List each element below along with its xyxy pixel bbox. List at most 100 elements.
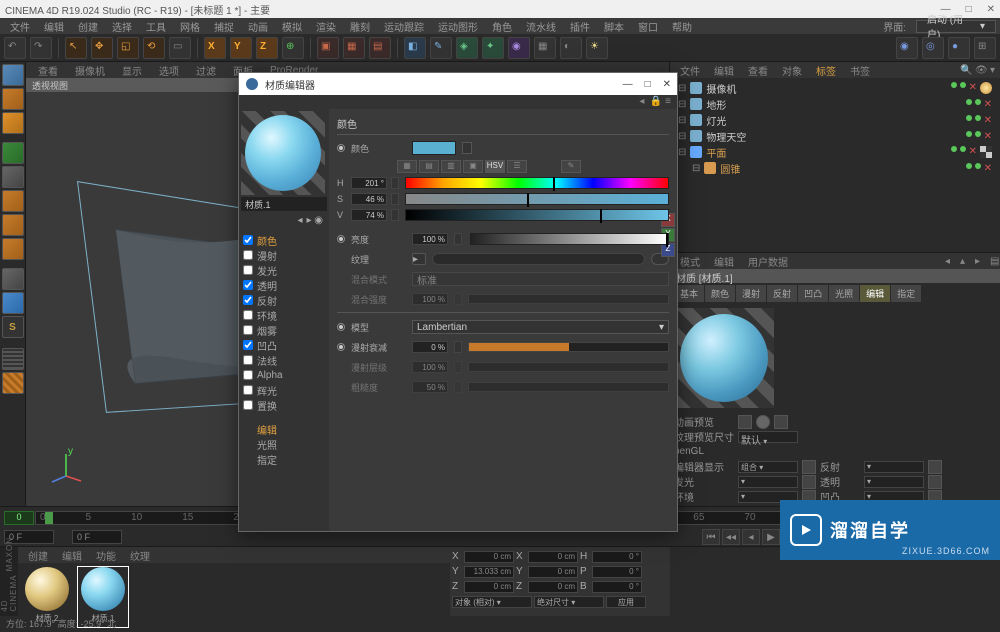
vptab-查看[interactable]: 查看	[30, 62, 66, 79]
model-mode[interactable]	[2, 64, 24, 86]
menu-选择[interactable]: 选择	[106, 18, 138, 35]
axis-z-toggle[interactable]: Z	[256, 37, 278, 59]
channel-发光[interactable]: 发光	[241, 263, 327, 277]
tex-size-dropdown[interactable]: 默认 ▾	[738, 431, 798, 443]
menu-雕刻[interactable]: 雕刻	[344, 18, 376, 35]
tweak-mode[interactable]	[2, 292, 24, 314]
color-enable-radio[interactable]	[337, 144, 345, 152]
val-input[interactable]	[351, 209, 387, 221]
val-slider[interactable]	[405, 209, 669, 221]
menu-窗口[interactable]: 窗口	[632, 18, 664, 35]
snap-4[interactable]: ⊞	[974, 37, 996, 59]
snap-1[interactable]: ◉	[896, 37, 918, 59]
falloff-enable-radio[interactable]	[337, 343, 345, 351]
light-tool[interactable]: ☀	[586, 37, 608, 59]
attrtab-凹凸[interactable]: 凹凸	[798, 285, 828, 302]
snap-2[interactable]: ◎	[922, 37, 944, 59]
object-row-平面[interactable]: ⊟平面✕	[672, 144, 998, 160]
menu-角色[interactable]: 角色	[486, 18, 518, 35]
coord-mode-right[interactable]: 绝对尺寸 ▾	[534, 596, 604, 608]
objmenu-文件[interactable]: 文件	[674, 62, 706, 79]
object-row-地形[interactable]: ⊟地形✕	[672, 96, 998, 112]
nav-fwd-icon[interactable]: ▸	[969, 255, 981, 267]
colortab-3[interactable]: ▥	[441, 160, 461, 173]
channel-反射[interactable]: 反射	[241, 293, 327, 307]
axis-mode[interactable]	[2, 166, 24, 188]
channel-烟雾[interactable]: 烟雾	[241, 323, 327, 337]
attrtab-指定[interactable]: 指定	[891, 285, 921, 302]
falloff-slider[interactable]	[468, 342, 669, 352]
render-settings-button[interactable]: ▤	[369, 37, 391, 59]
menu-渲染[interactable]: 渲染	[310, 18, 342, 35]
dialog-material-preview[interactable]	[241, 111, 325, 195]
object-row-圆锥[interactable]: ⊟圆锥✕	[672, 160, 998, 176]
vptab-过滤[interactable]: 过滤	[188, 62, 224, 79]
dialog-nav-back-icon[interactable]: ◂	[639, 96, 644, 108]
goto-start-button[interactable]: ⏮	[702, 529, 720, 545]
objmenu-对象[interactable]: 对象	[776, 62, 808, 79]
snap-3[interactable]: ●	[948, 37, 970, 59]
cube-primitive[interactable]: ◧	[404, 37, 426, 59]
menu-脚本[interactable]: 脚本	[598, 18, 630, 35]
eyedropper-icon[interactable]: ✎	[561, 160, 581, 173]
hue-spinner[interactable]	[391, 177, 399, 189]
channel-凹凸[interactable]: 凹凸	[241, 338, 327, 352]
objmenu-标签[interactable]: 标签	[810, 62, 842, 79]
channel-Alpha[interactable]: Alpha	[241, 368, 327, 382]
uv-mode-2[interactable]	[2, 372, 24, 394]
coord-mode-left[interactable]: 对象 (相对) ▾	[452, 596, 532, 608]
channel-颜色[interactable]: 颜色	[241, 233, 327, 247]
prev-frame-button[interactable]: ◂	[742, 529, 760, 545]
select-tool[interactable]: ↖	[65, 37, 87, 59]
matmenu-编辑[interactable]: 编辑	[56, 547, 88, 564]
timeline-current[interactable]: 0	[4, 511, 34, 525]
render-view-button[interactable]: ▣	[317, 37, 339, 59]
prev-material-icon[interactable]: ◂	[297, 215, 302, 229]
attrtab-反射[interactable]: 反射	[767, 285, 797, 302]
menu-运动图形[interactable]: 运动图形	[432, 18, 484, 35]
color-swatch[interactable]	[412, 141, 456, 155]
layout-dropdown[interactable]: 启动 (用户)▾	[916, 20, 996, 33]
axis-y-toggle[interactable]: Y	[230, 37, 252, 59]
mograph-tool[interactable]: ✦	[482, 37, 504, 59]
colortab-list[interactable]: ☰	[507, 160, 527, 173]
sat-slider[interactable]	[405, 193, 669, 205]
falloff-input[interactable]	[412, 341, 448, 353]
dialog-titlebar[interactable]: 材质编辑器 — □ ✕	[239, 73, 677, 95]
menu-流水线[interactable]: 流水线	[520, 18, 562, 35]
panel-menu-icon[interactable]: ▤	[984, 255, 996, 267]
object-row-灯光[interactable]: ⊟灯光✕	[672, 112, 998, 128]
menu-创建[interactable]: 创建	[72, 18, 104, 35]
attrtab-编辑[interactable]: 编辑	[860, 285, 890, 302]
brightness-input[interactable]	[412, 233, 448, 245]
channel-extra-指定[interactable]: 指定	[241, 452, 327, 466]
channel-extra-编辑[interactable]: 编辑	[241, 422, 327, 436]
colortab-4[interactable]: ▣	[463, 160, 483, 173]
menu-捕捉[interactable]: 捕捉	[208, 18, 240, 35]
channel-辉光[interactable]: 辉光	[241, 383, 327, 397]
falloff-spinner[interactable]	[454, 341, 462, 353]
colortab-hsv[interactable]: HSV	[485, 160, 505, 173]
panel-menu-icon[interactable]: ▾	[984, 64, 996, 76]
model-dropdown[interactable]: Lambertian▾	[412, 320, 669, 334]
menu-网格[interactable]: 网格	[174, 18, 206, 35]
redo-button[interactable]: ↷	[30, 37, 52, 59]
attrmenu-模式[interactable]: 模式	[674, 253, 706, 270]
move-tool[interactable]: ✥	[91, 37, 113, 59]
objmenu-查看[interactable]: 查看	[742, 62, 774, 79]
next-material-icon[interactable]: ▸ ◉	[306, 215, 323, 229]
axis-x-toggle[interactable]: X	[204, 37, 226, 59]
spline-tool[interactable]: ✎	[430, 37, 452, 59]
last-tool[interactable]: ▭	[169, 37, 191, 59]
texture-mode[interactable]	[2, 88, 24, 110]
snap-toggle[interactable]: S	[2, 316, 24, 338]
channel-透明[interactable]: 透明	[241, 278, 327, 292]
texture-slot[interactable]	[432, 253, 645, 265]
search-icon[interactable]: 🔍	[954, 64, 966, 76]
attrtab-漫射[interactable]: 漫射	[736, 285, 766, 302]
matmenu-纹理[interactable]: 纹理	[124, 547, 156, 564]
dialog-menu-icon[interactable]: ≡	[665, 96, 671, 108]
hue-slider[interactable]	[405, 177, 669, 189]
deformer-tool[interactable]: ◉	[508, 37, 530, 59]
render-pic-button[interactable]: ▦	[343, 37, 365, 59]
